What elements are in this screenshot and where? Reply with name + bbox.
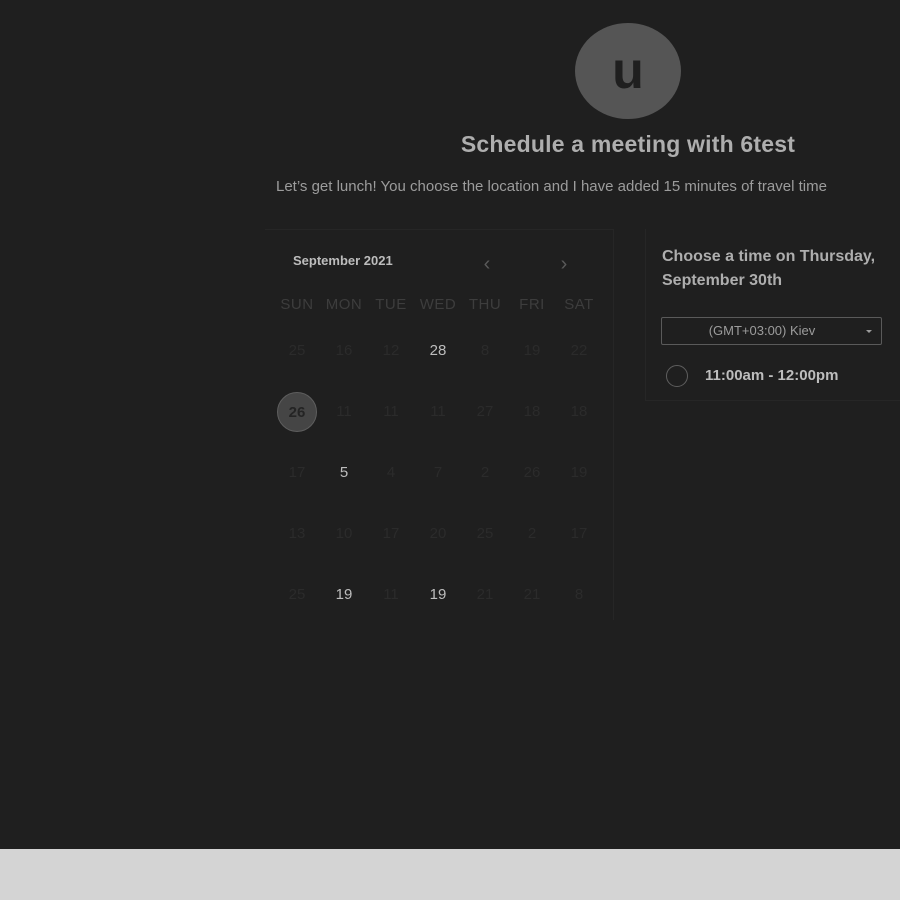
- event-description: Let’s get lunch! You choose the location…: [276, 178, 827, 195]
- calendar-day: 8: [574, 586, 584, 603]
- calendar-day: 8: [480, 342, 490, 359]
- calendar-day: 19: [570, 464, 588, 481]
- calendar-day: 13: [288, 525, 306, 542]
- calendar-day[interactable]: 5: [324, 453, 364, 493]
- calendar-day[interactable]: 28: [418, 331, 458, 371]
- calendar-day: 17: [288, 464, 306, 481]
- calendar-day: 11: [336, 403, 352, 420]
- host-avatar: u: [575, 23, 681, 119]
- calendar-day: 4: [386, 464, 396, 481]
- slot-radio[interactable]: [666, 365, 688, 387]
- calendar-day: 26: [523, 464, 541, 481]
- calendar-month-label: September 2021: [293, 253, 393, 268]
- weekday-tue: TUE: [375, 296, 407, 313]
- calendar-day: 17: [570, 525, 588, 542]
- calendar-day: 19: [523, 342, 541, 359]
- weekday-mon: MON: [325, 296, 363, 313]
- calendar-day: 18: [570, 403, 588, 420]
- calendar-day: 25: [288, 342, 306, 359]
- calendar-day: 17: [382, 525, 400, 542]
- calendar-day: 12: [382, 342, 400, 359]
- calendar-day: 11: [430, 403, 446, 420]
- calendar-day: 27: [476, 403, 494, 420]
- calendar-day: 2: [480, 464, 490, 481]
- weekday-wed: WED: [419, 296, 457, 313]
- calendar-day: 20: [429, 525, 447, 542]
- weekday-fri: FRI: [519, 296, 545, 313]
- timezone-select[interactable]: (GMT+03:00) Kiev: [661, 317, 882, 345]
- time-heading: Choose a time on Thursday, September 30t…: [662, 248, 876, 289]
- calendar-day: 10: [335, 525, 353, 542]
- page-title: Schedule a meeting with 6test: [460, 131, 796, 157]
- calendar-day: 7: [433, 464, 443, 481]
- caret-down-icon: [866, 330, 872, 333]
- chevron-left-icon[interactable]: ‹: [477, 253, 497, 275]
- calendar-day: 11: [383, 586, 399, 603]
- chevron-right-icon[interactable]: ›: [554, 253, 574, 275]
- footer-bar: [0, 849, 900, 900]
- calendar-day: 21: [476, 586, 494, 603]
- calendar-day: 25: [476, 525, 494, 542]
- calendar-day-selected[interactable]: 26: [277, 392, 317, 432]
- avatar-initial: u: [612, 42, 644, 100]
- calendar-day[interactable]: 19: [418, 575, 458, 615]
- calendar-day: 21: [523, 586, 541, 603]
- weekday-sun: SUN: [280, 296, 314, 313]
- calendar-day[interactable]: 19: [324, 575, 364, 615]
- calendar-day: 11: [383, 403, 399, 420]
- weekday-sat: SAT: [564, 296, 594, 313]
- weekday-thu: THU: [468, 296, 502, 313]
- calendar-day: 2: [527, 525, 537, 542]
- slot-label: 11:00am - 12:00pm: [705, 367, 839, 384]
- calendar-day: 22: [570, 342, 588, 359]
- calendar-day: 16: [335, 342, 353, 359]
- calendar-day: 18: [523, 403, 541, 420]
- calendar-day: 25: [288, 586, 306, 603]
- timezone-value: (GMT+03:00) Kiev: [708, 323, 816, 338]
